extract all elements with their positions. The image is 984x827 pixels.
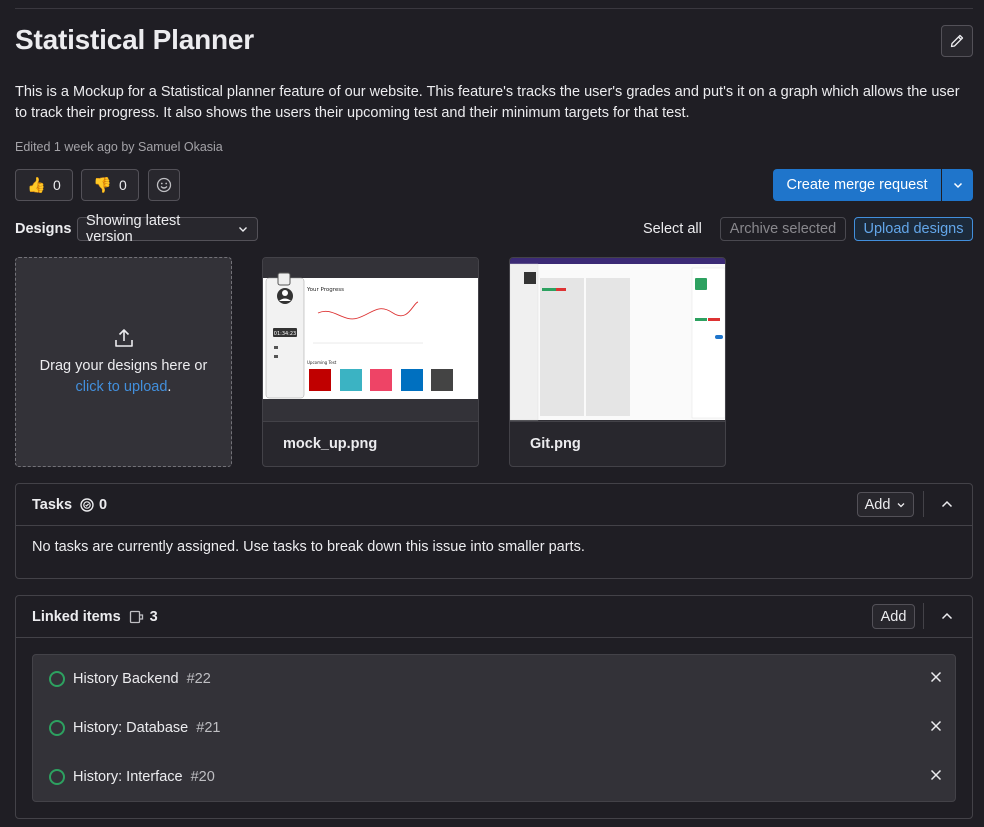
merge-request-dropdown-toggle[interactable]: [942, 169, 973, 201]
linked-item-ref: #20: [190, 769, 215, 785]
edit-button[interactable]: [941, 25, 973, 57]
svg-text:Upcoming Test: Upcoming Test: [307, 360, 337, 365]
archive-selected-button[interactable]: Archive selected: [720, 217, 846, 241]
tasks-title: Tasks: [32, 496, 73, 513]
chevron-up-icon[interactable]: [940, 609, 954, 623]
thumbs-up-icon: 👍: [27, 177, 46, 194]
add-linked-item-button[interactable]: Add: [872, 604, 915, 629]
header-divider: [923, 491, 924, 517]
linked-item-ref: #22: [186, 671, 211, 687]
linked-items-list: History Backend #22 History: Database #2…: [32, 654, 956, 802]
chevron-down-icon: [953, 182, 962, 189]
mockup-preview-image: 01:34:23 Your Progress Upcoming Test: [263, 272, 478, 399]
list-item[interactable]: History Backend #22: [49, 667, 943, 691]
close-icon[interactable]: [929, 719, 943, 733]
issue-description: This is a Mockup for a Statistical plann…: [15, 84, 960, 121]
thumbs-up-count: 0: [52, 177, 61, 193]
close-icon[interactable]: [929, 768, 943, 782]
add-reaction-button[interactable]: [148, 169, 180, 201]
linked-item-title[interactable]: History: Interface: [73, 769, 183, 785]
create-merge-request-button[interactable]: Create merge request: [773, 169, 941, 201]
version-label: Showing latest version: [86, 213, 181, 245]
upload-designs-button[interactable]: Upload designs: [854, 217, 973, 241]
add-task-button[interactable]: Add: [857, 492, 914, 517]
smiley-icon: [156, 177, 172, 193]
dropzone-text: Drag your designs here or click to uploa…: [39, 357, 208, 395]
version-dropdown[interactable]: Showing latest version: [77, 213, 258, 245]
design-thumbnail: 01:34:23 Your Progress Upcoming Test: [263, 258, 478, 421]
chevron-up-icon[interactable]: [940, 497, 954, 511]
svg-text:01:34:23: 01:34:23: [274, 331, 296, 337]
open-issue-icon: [49, 769, 65, 785]
card-divider: [263, 421, 478, 422]
click-to-upload-link[interactable]: click to upload: [76, 379, 168, 395]
open-issue-icon: [49, 720, 65, 736]
list-item[interactable]: History: Interface #20: [49, 765, 943, 789]
page-title: Statistical Planner: [15, 24, 254, 55]
linked-items-panel: Linked items 3 Add History Backend #22 H…: [15, 595, 973, 819]
pencil-icon: [950, 34, 964, 48]
task-done-icon: [80, 497, 94, 512]
tasks-header: Tasks 0 Add: [16, 484, 972, 526]
upload-icon: [114, 328, 133, 347]
chevron-down-icon: [897, 502, 905, 507]
select-all-button[interactable]: Select all: [643, 221, 702, 237]
chevron-down-icon: [239, 227, 247, 232]
thumbs-up-button[interactable]: 👍 0: [15, 169, 73, 201]
close-icon[interactable]: [929, 670, 943, 684]
svg-text:Your Progress: Your Progress: [306, 287, 344, 293]
linked-items-count: 3: [129, 609, 158, 625]
git-preview-image: [510, 258, 725, 421]
linked-item-title[interactable]: History: Database: [73, 720, 188, 736]
design-filename: Git.png: [530, 436, 581, 452]
top-divider: [15, 8, 973, 9]
thumbs-down-count: 0: [118, 177, 127, 193]
linked-items-title: Linked items: [32, 608, 121, 625]
design-dropzone[interactable]: Drag your designs here or click to uploa…: [15, 257, 232, 467]
linked-item-title[interactable]: History Backend: [73, 671, 179, 687]
linked-items-header: Linked items 3 Add: [16, 596, 972, 638]
open-issue-icon: [49, 671, 65, 687]
tasks-panel: Tasks 0 Add No tasks are currently assig…: [15, 483, 973, 579]
header-divider: [923, 603, 924, 629]
tasks-empty-message: No tasks are currently assigned. Use tas…: [32, 539, 585, 555]
list-item[interactable]: History: Database #21: [49, 716, 943, 740]
thumbs-down-button[interactable]: 👎 0: [81, 169, 139, 201]
designs-label: Designs: [15, 221, 72, 237]
design-card-git[interactable]: Git.png: [509, 257, 726, 467]
design-thumbnail: [510, 258, 725, 421]
design-card-mockup[interactable]: 01:34:23 Your Progress Upcoming Test moc…: [262, 257, 479, 467]
tasks-count: 0: [80, 497, 107, 513]
linked-item-ref: #21: [196, 720, 221, 736]
design-filename: mock_up.png: [283, 436, 378, 452]
edited-note: Edited 1 week ago by Samuel Okasia: [15, 140, 223, 154]
issue-link-icon: [129, 610, 143, 623]
card-divider: [510, 421, 725, 422]
thumbs-down-icon: 👎: [93, 177, 112, 194]
